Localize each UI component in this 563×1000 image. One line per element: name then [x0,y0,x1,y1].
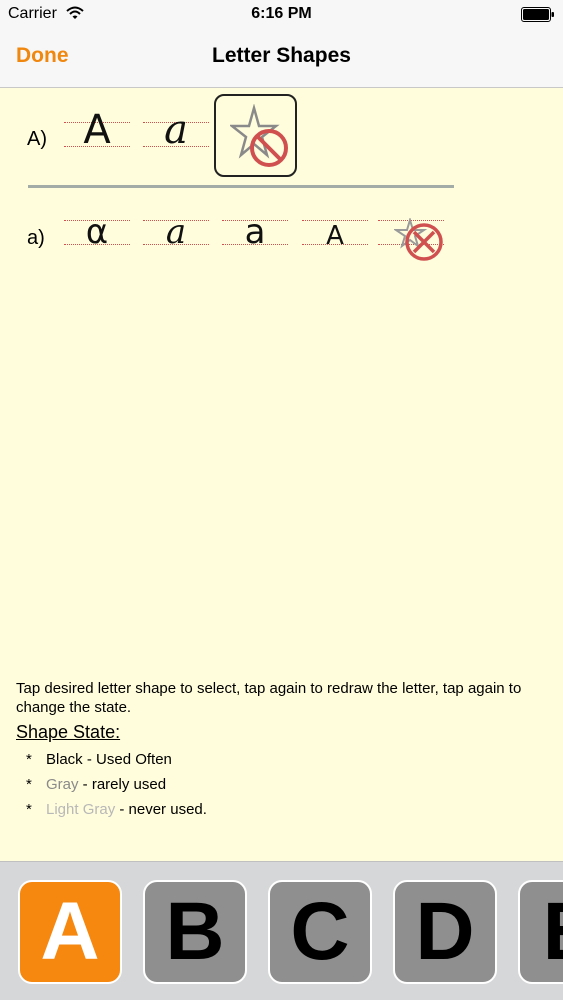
star-cancel-icon [394,218,443,261]
lowercase-shape-4-glyph: A [326,221,344,251]
legend-item-gray: * Gray - rarely used [26,776,166,793]
instructions-text: Tap desired letter shape to select, tap … [16,680,522,716]
lowercase-shape-1-glyph: α [85,212,109,252]
uppercase-row-label: A) [27,128,47,150]
row-divider [28,185,454,188]
lowercase-shape-4[interactable]: A [302,214,368,251]
letter-key-a[interactable]: A [18,880,122,984]
legend-bullet: * [26,776,32,793]
lowercase-shape-1[interactable]: α [64,212,130,252]
letter-key-c[interactable]: C [268,880,372,984]
navigation-bar: Done Letter Shapes [0,30,563,88]
letter-key-d[interactable]: D [393,880,497,984]
page-title: Letter Shapes [212,44,351,67]
status-bar: Carrier 6:16 PM [0,0,563,30]
legend-gray-label: Gray [46,776,79,793]
legend-black-label: Black [46,751,83,768]
star-prohibited-icon [230,104,288,167]
legend-gray-desc: - rarely used [78,776,167,793]
uppercase-shape-3-selected[interactable] [214,94,297,177]
lowercase-shape-5[interactable] [378,214,444,261]
uppercase-shape-2-glyph: a [164,107,188,153]
uppercase-shape-1[interactable]: A [64,110,130,150]
legend-item-black: * Black - Used Often [26,751,172,768]
legend-bullet: * [26,751,32,768]
battery-full-icon [521,7,554,22]
lowercase-shape-2-glyph: a [165,212,187,252]
letter-key-b[interactable]: B [143,880,247,984]
uppercase-shape-2[interactable]: a [143,110,209,150]
legend-light-gray-label: Light Gray [46,801,116,818]
lowercase-shape-3[interactable]: a [222,212,288,252]
legend-title: Shape State: [16,722,121,742]
letter-selector-bar[interactable]: A B C D E [0,861,563,1000]
legend-item-light-gray: * Light Gray - never used. [26,801,207,818]
lowercase-shape-2[interactable]: a [143,212,209,252]
lowercase-row-label: a) [27,227,45,249]
uppercase-shape-1-glyph: A [83,107,111,153]
status-time: 6:16 PM [251,5,312,22]
legend-light-gray-desc: - never used. [115,801,207,818]
legend-black-desc: - Used Often [82,751,172,768]
letter-key-e[interactable]: E [518,880,563,984]
legend-bullet: * [26,801,32,818]
lowercase-shape-3-glyph: a [244,212,266,252]
